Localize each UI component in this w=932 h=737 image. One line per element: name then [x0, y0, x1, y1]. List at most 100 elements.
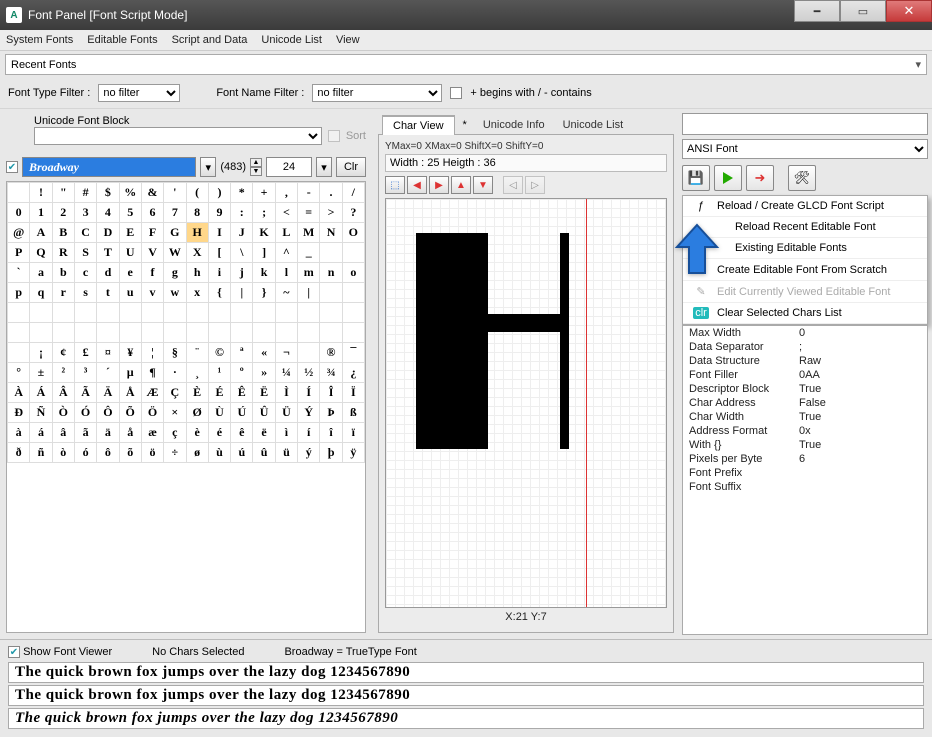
char-cell[interactable]: [320, 323, 342, 343]
property-row[interactable]: Descriptor BlockTrue: [683, 382, 927, 396]
char-cell[interactable]: ½: [298, 363, 320, 383]
show-viewer-checkbox[interactable]: ✔: [8, 646, 20, 658]
char-cell[interactable]: K: [253, 223, 275, 243]
char-cell[interactable]: L: [275, 223, 297, 243]
char-cell[interactable]: ä: [97, 423, 119, 443]
char-cell[interactable]: õ: [119, 443, 141, 463]
char-cell[interactable]: X: [186, 243, 208, 263]
tool-arrow-down-red-icon[interactable]: ▼: [473, 176, 493, 194]
char-cell[interactable]: R: [52, 243, 74, 263]
char-cell[interactable]: (: [186, 183, 208, 203]
char-cell[interactable]: ð: [8, 443, 30, 463]
char-cell[interactable]: Ë: [253, 383, 275, 403]
char-cell[interactable]: Ã: [74, 383, 96, 403]
char-cell[interactable]: [8, 343, 30, 363]
char-cell[interactable]: ï: [342, 423, 364, 443]
char-cell[interactable]: â: [52, 423, 74, 443]
char-cell[interactable]: #: [74, 183, 96, 203]
properties-list[interactable]: Max Width0Data Separator;Data StructureR…: [682, 325, 928, 635]
char-cell[interactable]: o: [342, 263, 364, 283]
char-cell[interactable]: F: [141, 223, 163, 243]
char-cell[interactable]: [74, 303, 96, 323]
char-cell[interactable]: [8, 303, 30, 323]
char-cell[interactable]: Ó: [74, 403, 96, 423]
char-cell[interactable]: à: [8, 423, 30, 443]
right-search-input[interactable]: [682, 113, 928, 135]
char-cell[interactable]: ®: [320, 343, 342, 363]
char-cell[interactable]: ·: [164, 363, 186, 383]
char-cell[interactable]: ê: [231, 423, 253, 443]
char-cell[interactable]: ª: [231, 343, 253, 363]
char-cell[interactable]: n: [320, 263, 342, 283]
char-cell[interactable]: Ò: [52, 403, 74, 423]
property-row[interactable]: Data StructureRaw: [683, 354, 927, 368]
char-cell[interactable]: æ: [141, 423, 163, 443]
char-cell[interactable]: è: [186, 423, 208, 443]
char-cell[interactable]: [30, 323, 52, 343]
tool-arrow-left-red-icon[interactable]: ◀: [407, 176, 427, 194]
char-cell[interactable]: ñ: [30, 443, 52, 463]
char-cell[interactable]: }: [253, 283, 275, 303]
char-cell[interactable]: s: [74, 283, 96, 303]
char-cell[interactable]: $: [97, 183, 119, 203]
glyph-editor[interactable]: [385, 198, 667, 608]
char-cell[interactable]: \: [231, 243, 253, 263]
char-cell[interactable]: [342, 243, 364, 263]
menu-editable-fonts[interactable]: Editable Fonts: [87, 34, 157, 46]
char-cell[interactable]: [186, 323, 208, 343]
char-cell[interactable]: [231, 303, 253, 323]
count-down-button[interactable]: ▼: [250, 167, 262, 176]
char-cell[interactable]: ¨: [186, 343, 208, 363]
tool-skip-prev-icon[interactable]: ◁: [503, 176, 523, 194]
char-cell[interactable]: :: [231, 203, 253, 223]
char-cell[interactable]: [119, 303, 141, 323]
tool-select-icon[interactable]: ⬚: [385, 176, 405, 194]
char-cell[interactable]: ¼: [275, 363, 297, 383]
char-cell[interactable]: Q: [30, 243, 52, 263]
char-cell[interactable]: [119, 323, 141, 343]
char-cell[interactable]: k: [253, 263, 275, 283]
tab-star[interactable]: *: [457, 116, 473, 134]
char-cell[interactable]: Ý: [298, 403, 320, 423]
font-size-dropdown-button[interactable]: ▾: [316, 157, 332, 177]
char-cell[interactable]: u: [119, 283, 141, 303]
char-cell[interactable]: Á: [30, 383, 52, 403]
char-cell[interactable]: +: [253, 183, 275, 203]
char-cell[interactable]: [30, 303, 52, 323]
close-button[interactable]: ✕: [886, 0, 932, 22]
char-cell[interactable]: Õ: [119, 403, 141, 423]
char-cell[interactable]: e: [119, 263, 141, 283]
char-cell[interactable]: 2: [52, 203, 74, 223]
char-cell[interactable]: c: [74, 263, 96, 283]
char-cell[interactable]: 1: [30, 203, 52, 223]
begins-with-checkbox[interactable]: [450, 87, 462, 99]
char-cell[interactable]: ×: [164, 403, 186, 423]
char-cell[interactable]: -: [298, 183, 320, 203]
char-cell[interactable]: [320, 283, 342, 303]
char-cell[interactable]: W: [164, 243, 186, 263]
char-cell[interactable]: [275, 323, 297, 343]
char-cell[interactable]: Å: [119, 383, 141, 403]
char-cell[interactable]: A: [30, 223, 52, 243]
char-cell[interactable]: m: [298, 263, 320, 283]
char-cell[interactable]: [74, 323, 96, 343]
char-cell[interactable]: ;: [253, 203, 275, 223]
char-cell[interactable]: J: [231, 223, 253, 243]
char-cell[interactable]: 6: [141, 203, 163, 223]
char-cell[interactable]: é: [208, 423, 230, 443]
char-cell[interactable]: Ç: [164, 383, 186, 403]
font-enable-checkbox[interactable]: ✔: [6, 161, 18, 173]
char-cell[interactable]: Ñ: [30, 403, 52, 423]
char-cell[interactable]: £: [74, 343, 96, 363]
font-size-input[interactable]: [266, 157, 312, 177]
char-cell[interactable]: [298, 343, 320, 363]
char-cell[interactable]: ³: [74, 363, 96, 383]
char-cell[interactable]: q: [30, 283, 52, 303]
char-cell[interactable]: ¶: [141, 363, 163, 383]
char-cell[interactable]: [52, 303, 74, 323]
char-cell[interactable]: ¹: [208, 363, 230, 383]
property-row[interactable]: Char WidthTrue: [683, 410, 927, 424]
char-cell[interactable]: ò: [52, 443, 74, 463]
char-cell[interactable]: ¸: [186, 363, 208, 383]
char-cell[interactable]: Ü: [275, 403, 297, 423]
